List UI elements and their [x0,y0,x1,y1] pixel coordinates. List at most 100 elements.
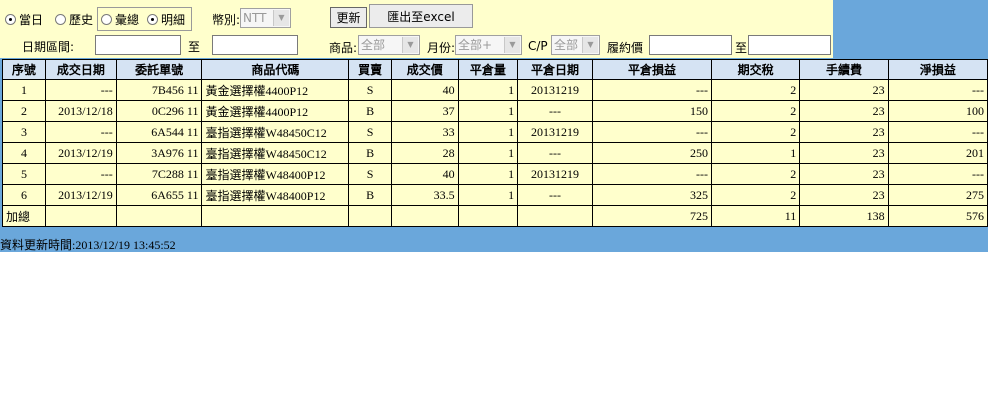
cell-close-date: 20131219 [517,163,593,185]
header-price: 成交價 [391,59,459,80]
table-row: 1 --- 7B456 11 黃金選擇權4400P12 S 40 1 20131219 --- 2… [2,79,988,101]
header-trade-date: 成交日期 [44,59,117,80]
total-cell [44,205,117,227]
cell-side: B [348,184,392,206]
cell-price: 40 [391,79,459,101]
cell-trade-date: --- [44,121,117,143]
cell-price: 33.5 [391,184,459,206]
radio-today[interactable]: 當日 [5,11,43,28]
strike-start-input[interactable] [649,35,732,55]
total-cell [201,205,350,227]
cell-close-qty: 1 [457,184,519,206]
cell-product-code: 黃金選擇權4400P12 [201,79,350,101]
header-fee: 手續費 [799,59,889,80]
export-excel-button[interactable]: 匯出至excel [369,4,473,28]
cell-order-no: 7B456 11 [115,79,203,101]
cell-side: B [348,142,392,164]
cell-tax: 2 [710,184,801,206]
total-cell [115,205,203,227]
cell-net-pnl: --- [887,79,988,101]
total-close-pnl: 725 [591,205,713,227]
cell-trade-date: 2013/12/19 [44,184,117,206]
radio-history-indicator[interactable] [55,14,66,25]
cell-order-no: 3A976 11 [115,142,203,164]
radio-summary-indicator[interactable] [101,14,112,25]
radio-detail-label: 明細 [161,13,186,27]
cell-side: S [348,163,392,185]
radio-today-indicator[interactable] [5,14,16,25]
table-row: 2 2013/12/18 0C296 11 黃金選擇權4400P12 B 37 1 --- 15… [2,100,988,122]
total-tax: 11 [710,205,801,227]
table-row: 6 2013/12/19 6A655 11 臺指選擇權W48400P12 B 33.5 1-… [2,184,988,206]
cell-side: S [348,121,392,143]
month-select[interactable]: 全部+ ▼ [455,35,522,55]
cell-order-no: 6A544 11 [115,121,203,143]
cell-product-code: 臺指選擇權W48450C12 [201,121,350,143]
radio-history[interactable]: 歷史 [55,11,93,28]
table-row: 5 --- 7C288 11 臺指選擇權W48400P12 S 40 1 20131219 --… [2,163,988,185]
cell-close-date: --- [517,100,593,122]
cell-close-date: --- [517,184,593,206]
table-row: 3 --- 6A544 11 臺指選擇權W48450C12 S 33 1 20131219 --… [2,121,988,143]
cell-order-no: 0C296 11 [115,100,203,122]
cell-close-pnl: --- [591,121,713,143]
cell-product-code: 臺指選擇權W48400P12 [201,184,350,206]
table-row: 4 2013/12/19 3A976 11 臺指選擇權W48450C12 B 28 1 ---… [2,142,988,164]
cell-price: 28 [391,142,459,164]
strike-end-input[interactable] [748,35,831,55]
cell-close-pnl: --- [591,163,713,185]
cell-seq: 2 [2,100,46,122]
chevron-down-icon[interactable]: ▼ [504,37,520,53]
product-select-value: 全部 [361,38,386,52]
total-row: 加總 725 11 138 576 [2,205,988,227]
cell-price: 40 [391,163,459,185]
product-select[interactable]: 全部 ▼ [358,35,420,55]
radio-today-label: 當日 [19,13,44,27]
refresh-button[interactable]: 更新 [330,7,367,28]
cell-close-qty: 1 [457,79,519,101]
currency-select[interactable]: NTT ▼ [240,8,291,28]
cell-side: S [348,79,392,101]
strike-label: 履約價 [607,41,644,55]
currency-select-value: NTT [243,11,267,25]
header-side: 買賣 [348,59,392,80]
strike-to-label: 至 [735,41,748,55]
currency-label: 幣別: [212,13,241,27]
cell-product-code: 黃金選擇權4400P12 [201,100,350,122]
cell-close-date: 20131219 [517,79,593,101]
cell-price: 33 [391,121,459,143]
cell-net-pnl: --- [887,121,988,143]
radio-detail-indicator[interactable] [147,14,158,25]
cell-net-pnl: 100 [887,100,988,122]
cell-seq: 1 [2,79,46,101]
cell-trade-date: --- [44,79,117,101]
last-updated-text: 資料更新時間:2013/12/19 13:45:52 [0,238,176,252]
cell-fee: 23 [799,100,889,122]
cell-order-no: 7C288 11 [115,163,203,185]
month-label: 月份: [427,41,456,55]
total-cell [391,205,459,227]
header-product-code: 商品代碼 [201,59,350,80]
total-label: 加總 [2,205,46,227]
total-cell [457,205,519,227]
total-cell [517,205,593,227]
chevron-down-icon[interactable]: ▼ [402,37,418,53]
radio-detail[interactable]: 明細 [147,11,185,28]
cp-select[interactable]: 全部 ▼ [551,35,600,55]
radio-summary[interactable]: 彙總 [101,11,139,28]
cell-trade-date: 2013/12/19 [44,142,117,164]
cell-price: 37 [391,100,459,122]
cell-trade-date: --- [44,163,117,185]
cell-fee: 23 [799,121,889,143]
chevron-down-icon[interactable]: ▼ [582,37,598,53]
total-fee: 138 [799,205,889,227]
cell-side: B [348,100,392,122]
chevron-down-icon[interactable]: ▼ [273,10,289,26]
cell-seq: 6 [2,184,46,206]
date-start-input[interactable] [95,35,181,55]
table-header-row: 序號 成交日期 委託單號 商品代碼 買賣 成交價 平倉量 平倉日期 平倉損益 期… [2,59,988,80]
date-end-input[interactable] [212,35,298,55]
cell-close-qty: 1 [457,163,519,185]
cell-fee: 23 [799,79,889,101]
cell-net-pnl: 201 [887,142,988,164]
